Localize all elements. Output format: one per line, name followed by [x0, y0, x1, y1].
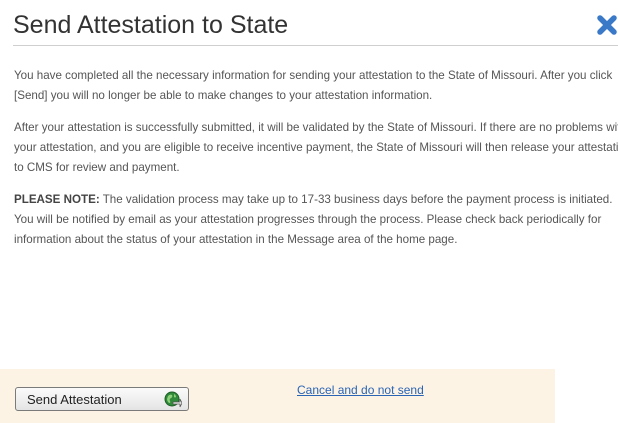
send-attestation-dialog: Send Attestation to State You have compl…	[0, 0, 618, 423]
note-paragraph: PLEASE NOTE: The validation process may …	[14, 190, 618, 250]
send-attestation-button[interactable]: Send Attestation	[15, 387, 189, 411]
dialog-body: You have completed all the necessary inf…	[14, 66, 618, 262]
dialog-title: Send Attestation to State	[13, 11, 289, 39]
globe-arrow-icon	[164, 391, 182, 408]
validation-paragraph: After your attestation is successfully s…	[14, 121, 618, 174]
cancel-link[interactable]: Cancel and do not send	[297, 383, 424, 397]
send-attestation-label: Send Attestation	[27, 392, 122, 407]
close-x-icon	[597, 15, 617, 35]
title-divider	[13, 45, 618, 46]
close-button[interactable]	[596, 14, 618, 36]
note-label: PLEASE NOTE:	[14, 193, 100, 206]
intro-paragraph: You have completed all the necessary inf…	[14, 69, 613, 102]
note-text: The validation process may take up to 17…	[14, 193, 613, 246]
